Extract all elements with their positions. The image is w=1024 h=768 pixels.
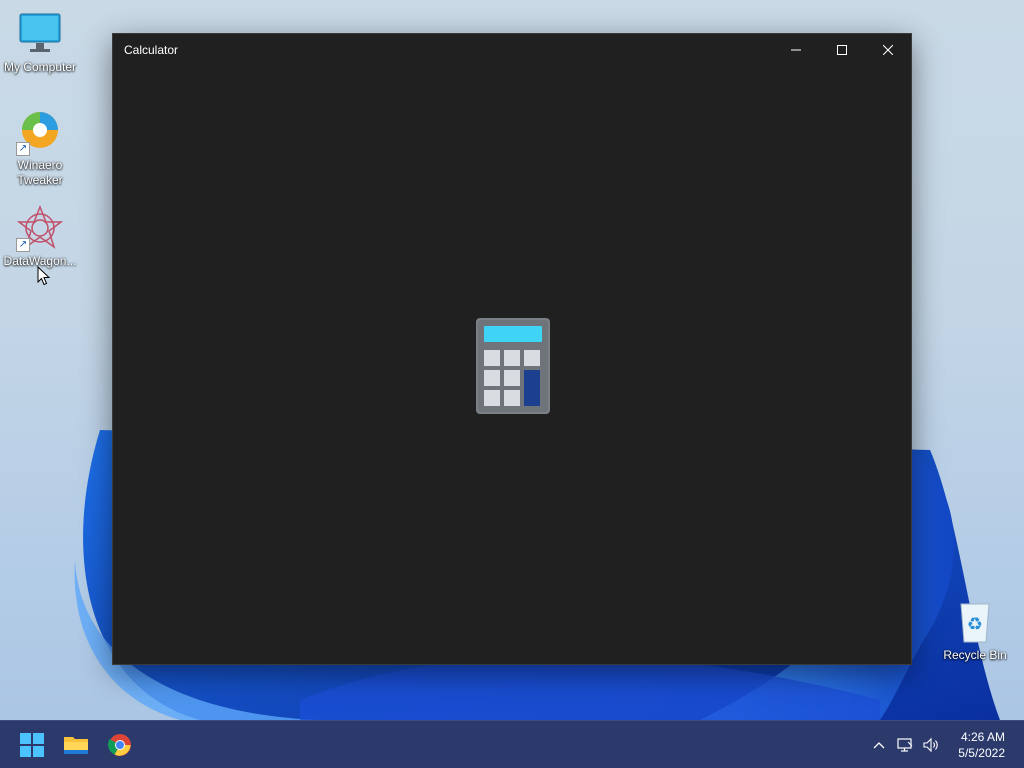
desktop-icon-winaero-tweaker[interactable]: ↗ Winaero Tweaker (0, 108, 80, 188)
shortcut-arrow-icon: ↗ (16, 238, 30, 252)
desktop-icon-label: Recycle Bin (943, 648, 1007, 662)
recycle-bin-icon: ♻ (951, 598, 999, 646)
file-explorer-icon (64, 736, 88, 754)
datawagon-icon: ↗ (16, 204, 64, 252)
system-tray: 4:26 AM 5/5/2022 (866, 721, 1024, 768)
minimize-button[interactable] (773, 34, 819, 66)
taskbar-chrome[interactable] (98, 725, 142, 765)
maximize-icon (837, 45, 847, 55)
close-icon (883, 45, 893, 55)
taskbar-file-explorer[interactable] (54, 725, 98, 765)
monitor-icon (16, 10, 64, 58)
desktop-icon-my-computer[interactable]: My Computer (0, 10, 80, 75)
svg-text:♻: ♻ (967, 614, 983, 634)
clock-time: 4:26 AM (960, 730, 1005, 744)
clock[interactable]: 4:26 AM 5/5/2022 (944, 729, 1024, 761)
start-button[interactable] (10, 725, 54, 765)
show-hidden-icons-button[interactable] (866, 725, 892, 765)
start-icon (20, 732, 44, 757)
calculator-window[interactable]: Calculator (112, 33, 912, 665)
winaero-tweaker-icon: ↗ (16, 108, 64, 156)
close-button[interactable] (865, 34, 911, 66)
window-controls (773, 34, 911, 66)
maximize-button[interactable] (819, 34, 865, 66)
desktop-icon-label: Winaero Tweaker (17, 158, 63, 187)
speaker-icon (923, 737, 939, 753)
network-icon (897, 738, 913, 752)
chrome-icon (108, 733, 131, 756)
network-button[interactable] (892, 725, 918, 765)
chevron-up-icon (873, 742, 885, 749)
clock-date: 5/5/2022 (958, 746, 1005, 760)
desktop-icon-recycle-bin[interactable]: ♻ Recycle Bin (935, 598, 1015, 663)
minimize-icon (791, 49, 801, 51)
taskbar: 4:26 AM 5/5/2022 (0, 720, 1024, 768)
volume-button[interactable] (918, 725, 944, 765)
desktop-icon-label: My Computer (3, 60, 77, 74)
title-bar[interactable]: Calculator (113, 34, 911, 66)
window-title: Calculator (124, 43, 179, 57)
mouse-cursor-icon (37, 265, 51, 291)
shortcut-arrow-icon: ↗ (16, 142, 30, 156)
calculator-splash-icon (476, 318, 550, 414)
desktop-icon-datawagon[interactable]: ↗ DataWagon... (0, 204, 80, 269)
